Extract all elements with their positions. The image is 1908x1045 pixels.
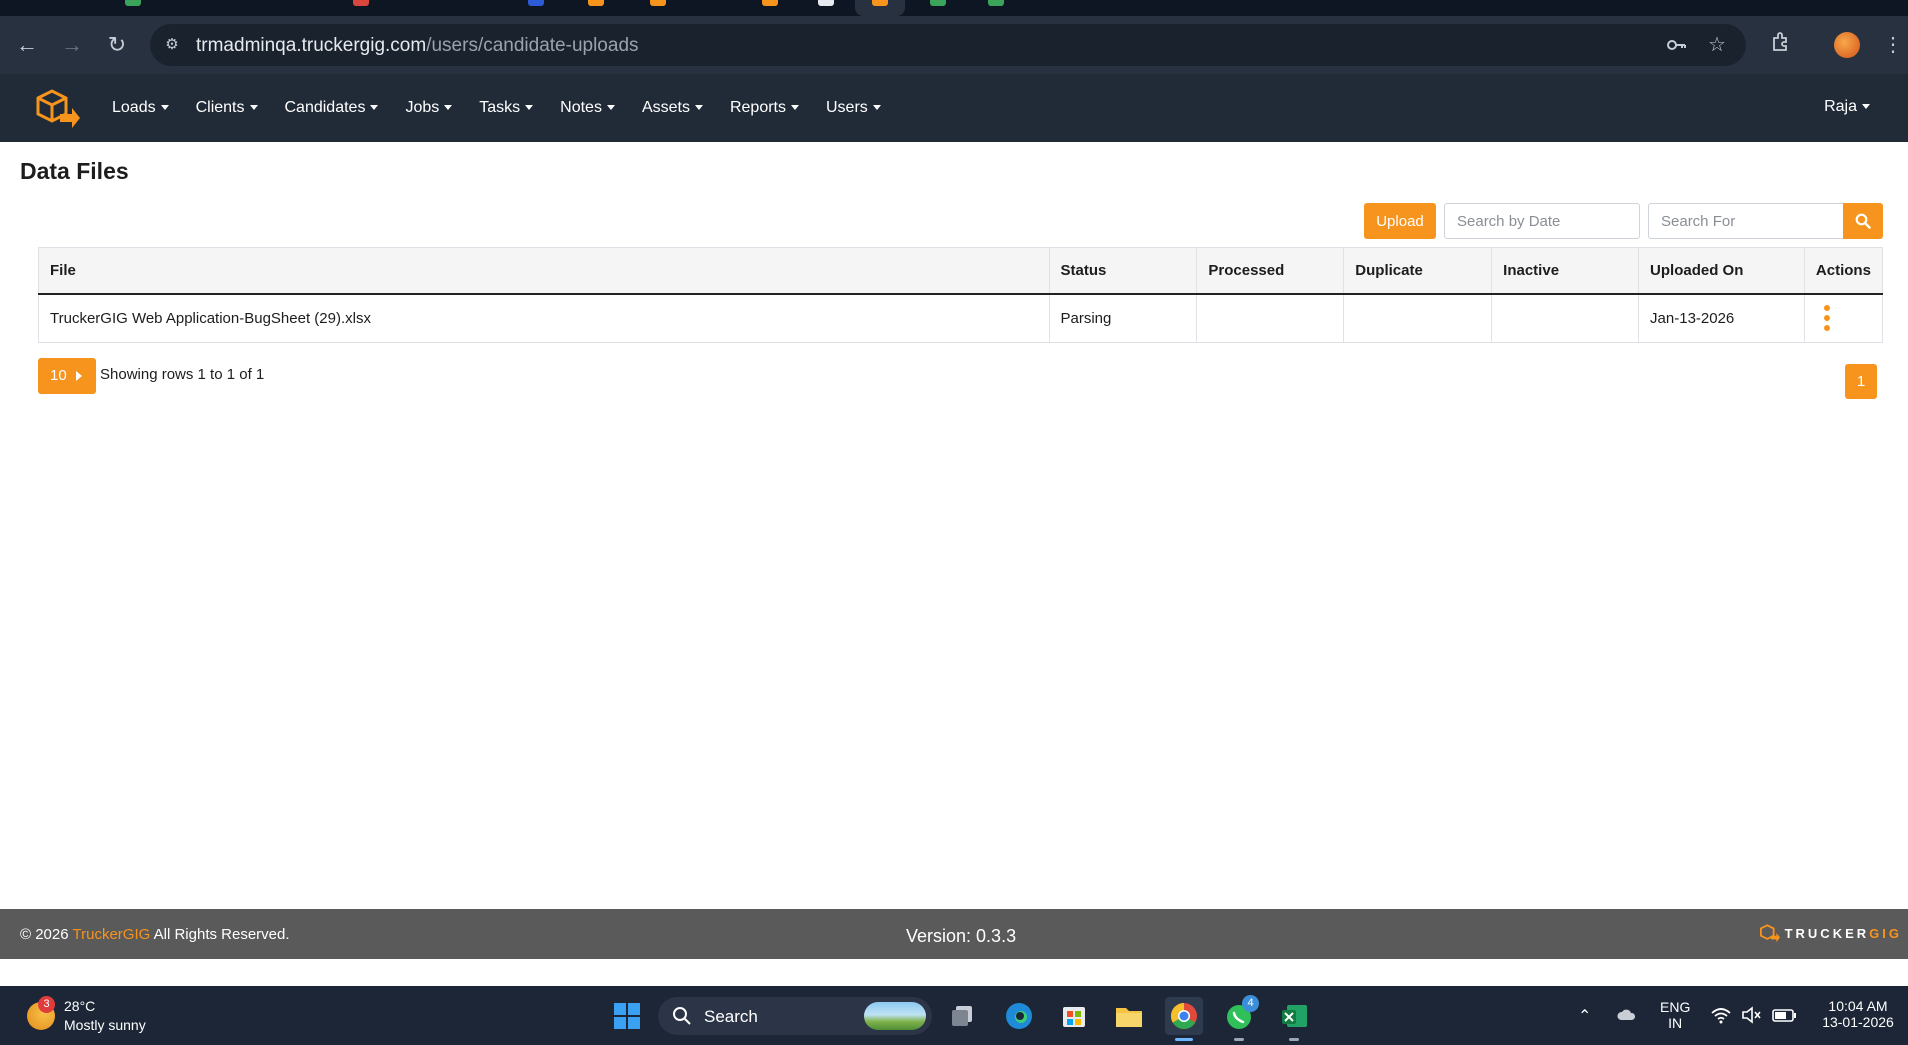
extensions-icon[interactable] <box>1766 30 1796 60</box>
rows-info: Showing rows 1 to 1 of 1 <box>100 366 265 383</box>
battery-icon[interactable] <box>1772 1004 1796 1026</box>
search-input[interactable] <box>1648 203 1844 239</box>
brand-link[interactable]: TruckerGIG <box>73 926 151 943</box>
copyright: © 2026 TruckerGIG All Rights Reserved. <box>20 926 290 943</box>
browser-menu-icon[interactable]: ⋮ <box>1878 30 1908 60</box>
tab-favicon[interactable] <box>762 0 778 6</box>
header-inactive[interactable]: Inactive <box>1491 247 1640 295</box>
tab-favicon[interactable] <box>818 0 834 6</box>
user-menu[interactable]: Raja <box>1824 98 1870 116</box>
truckergig-logo-icon <box>1759 924 1780 943</box>
header-uploaded-on[interactable]: Uploaded On <box>1638 247 1805 295</box>
cell-duplicate <box>1343 293 1493 343</box>
truckergig-logo[interactable] <box>34 86 82 130</box>
weather-temperature[interactable]: 28°C <box>64 998 95 1014</box>
tab-favicon[interactable] <box>930 0 946 6</box>
active-tab[interactable] <box>855 0 905 16</box>
microsoft-store-icon[interactable] <box>1055 997 1093 1035</box>
caret-right-icon <box>76 371 82 381</box>
back-icon[interactable]: ← <box>12 30 42 60</box>
cell-status: Parsing <box>1048 293 1198 343</box>
active-app-indicator <box>1175 1038 1193 1041</box>
onedrive-cloud-icon[interactable] <box>1616 1004 1638 1026</box>
menu-assets[interactable]: Assets <box>642 99 703 117</box>
header-duplicate[interactable]: Duplicate <box>1343 247 1493 295</box>
file-explorer-icon[interactable] <box>1110 997 1148 1035</box>
weather-badge: 3 <box>38 996 55 1013</box>
header-actions: Actions <box>1803 247 1884 295</box>
header-file[interactable]: File <box>38 247 1050 295</box>
start-windows-icon[interactable] <box>608 997 646 1035</box>
search-icon <box>1855 213 1871 229</box>
cell-uploaded-on: Jan-13-2026 <box>1638 293 1805 343</box>
search-by-date-input[interactable] <box>1444 203 1640 239</box>
reload-icon[interactable]: ↻ <box>102 30 132 60</box>
menu-clients[interactable]: Clients <box>196 99 258 117</box>
data-files-table: File Status Processed Duplicate Inactive… <box>38 247 1884 343</box>
browser-toolbar: ← → ↻ ⚙ trmadminqa.truckergig.com/users/… <box>0 16 1908 74</box>
tab-favicon[interactable] <box>125 0 141 6</box>
tab-favicon[interactable] <box>528 0 544 6</box>
tab-favicon[interactable] <box>650 0 666 6</box>
tab-favicon <box>872 0 888 6</box>
search-icon <box>673 1007 691 1025</box>
chrome-browser-icon[interactable] <box>1165 997 1203 1035</box>
edge-browser-icon[interactable] <box>1000 997 1038 1035</box>
address-bar[interactable]: ⚙ trmadminqa.truckergig.com/users/candid… <box>150 24 1746 66</box>
cell-actions <box>1803 293 1884 343</box>
page-title: Data Files <box>20 158 129 184</box>
password-key-icon[interactable] <box>1664 33 1688 57</box>
tab-favicon[interactable] <box>988 0 1004 6</box>
upload-button[interactable]: Upload <box>1364 203 1436 239</box>
task-view-icon[interactable] <box>945 997 983 1035</box>
search-highlight-image <box>864 1002 926 1030</box>
forward-icon[interactable]: → <box>57 30 87 60</box>
header-processed[interactable]: Processed <box>1196 247 1345 295</box>
whatsapp-badge: 4 <box>1242 995 1259 1012</box>
footer-logo: TRUCKERGIG <box>1759 923 1902 943</box>
page-size-dropdown[interactable]: 10 <box>38 358 96 394</box>
more-actions-icon[interactable] <box>1816 305 1836 332</box>
page-button-current[interactable]: 1 <box>1845 364 1877 399</box>
search-button[interactable] <box>1843 203 1883 239</box>
table-header-row: File Status Processed Duplicate Inactive… <box>38 247 1884 295</box>
clock[interactable]: 10:04 AM 13-01-2026 <box>1818 998 1898 1030</box>
table-row: TruckerGIG Web Application-BugSheet (29)… <box>38 293 1884 343</box>
tab-favicon[interactable] <box>353 0 369 6</box>
whatsapp-icon[interactable]: 4 <box>1220 995 1259 1035</box>
menu-tasks[interactable]: Tasks <box>479 99 534 117</box>
browser-tab-strip <box>0 0 1908 16</box>
main-menu: Loads Clients Candidates Jobs Tasks Note… <box>112 74 908 142</box>
url-text[interactable]: trmadminqa.truckergig.com/users/candidat… <box>196 35 639 57</box>
menu-loads[interactable]: Loads <box>112 99 169 117</box>
version-label: Version: 0.3.3 <box>906 926 1017 946</box>
footer: © 2026 TruckerGIG All Rights Reserved. V… <box>0 909 1908 959</box>
taskbar-search[interactable]: Search <box>658 997 932 1035</box>
running-app-indicator <box>1234 1038 1244 1041</box>
profile-avatar[interactable] <box>1834 32 1860 58</box>
menu-candidates[interactable]: Candidates <box>285 99 379 117</box>
menu-notes[interactable]: Notes <box>560 99 615 117</box>
menu-jobs[interactable]: Jobs <box>405 99 453 117</box>
language-indicator[interactable]: ENG IN <box>1660 999 1690 1031</box>
menu-users[interactable]: Users <box>826 99 881 117</box>
weather-description[interactable]: Mostly sunny <box>64 1017 146 1033</box>
volume-muted-icon[interactable] <box>1740 1004 1762 1026</box>
cell-inactive <box>1491 293 1640 343</box>
bookmark-star-icon[interactable]: ☆ <box>1705 33 1729 57</box>
header-status[interactable]: Status <box>1048 247 1198 295</box>
cell-processed <box>1196 293 1345 343</box>
app-navbar: Loads Clients Candidates Jobs Tasks Note… <box>0 74 1908 142</box>
running-app-indicator <box>1289 1038 1299 1041</box>
wifi-icon[interactable] <box>1710 1004 1732 1026</box>
excel-icon[interactable] <box>1275 997 1313 1035</box>
cell-file: TruckerGIG Web Application-BugSheet (29)… <box>38 293 1050 343</box>
tab-favicon[interactable] <box>588 0 604 6</box>
site-info-icon[interactable]: ⚙ <box>162 35 182 55</box>
show-hidden-icons-chevron-icon[interactable]: ⌃ <box>1578 1006 1591 1026</box>
windows-taskbar: 3 28°C Mostly sunny Search 4 ⌃ ENG IN 10… <box>0 986 1908 1045</box>
menu-reports[interactable]: Reports <box>730 99 799 117</box>
